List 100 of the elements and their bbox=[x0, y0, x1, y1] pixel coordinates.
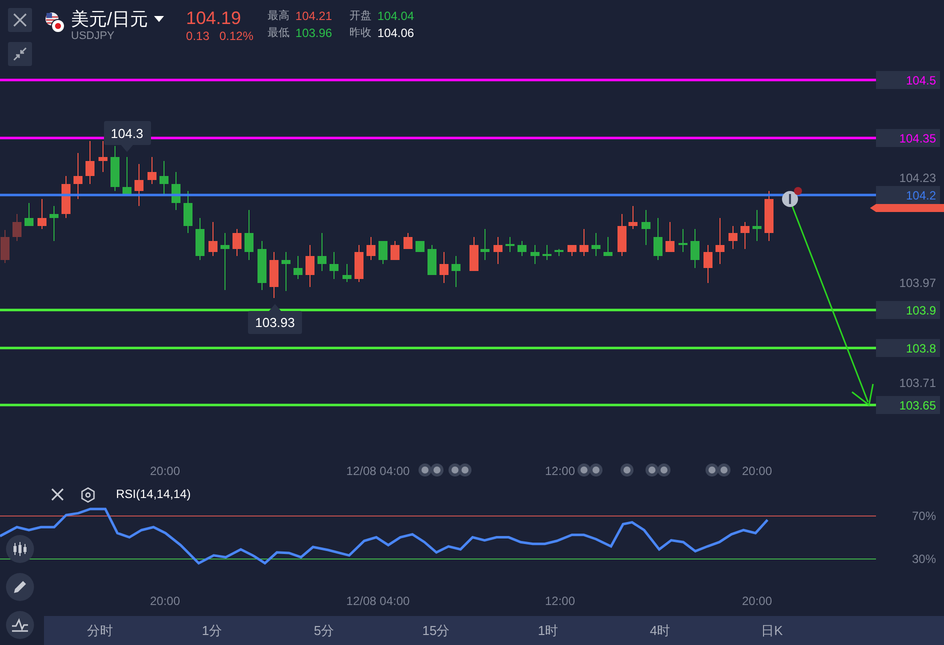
candle bbox=[404, 232, 412, 250]
timeframe-tab[interactable]: 分时 bbox=[44, 616, 156, 645]
candle bbox=[542, 244, 552, 260]
candle bbox=[50, 206, 58, 242]
candle bbox=[618, 214, 626, 256]
current-price: 104.19 bbox=[186, 8, 242, 28]
close-button[interactable] bbox=[8, 8, 32, 32]
stat-value: 104.06 bbox=[377, 26, 414, 40]
currency-pair-title[interactable]: 美元/日元 bbox=[71, 8, 148, 30]
event-marker[interactable] bbox=[458, 464, 472, 476]
caret-icon[interactable] bbox=[154, 16, 164, 22]
axis-tick-label: 103.71 bbox=[899, 376, 936, 390]
price-level-line[interactable] bbox=[0, 136, 876, 140]
price-change: 0.13 bbox=[186, 29, 210, 43]
candle bbox=[580, 228, 588, 256]
candle bbox=[86, 140, 94, 184]
price-level-tag: 103.65 bbox=[876, 396, 940, 414]
candle bbox=[416, 240, 424, 252]
close-icon[interactable] bbox=[51, 488, 64, 501]
candle bbox=[184, 190, 192, 234]
candle bbox=[220, 232, 230, 290]
high-price-callout: 104.3 bbox=[104, 121, 151, 152]
pencil-icon bbox=[12, 579, 28, 595]
time-axis-label: 12/08 04:00 bbox=[346, 594, 410, 608]
timeframe-tab[interactable]: 日K bbox=[716, 616, 828, 645]
low-price-callout: 103.93 bbox=[248, 304, 302, 334]
time-axis-label: 12:00 bbox=[544, 464, 576, 478]
candle bbox=[752, 210, 762, 242]
event-marker[interactable] bbox=[578, 464, 590, 476]
candle bbox=[148, 156, 156, 184]
candle bbox=[282, 252, 290, 292]
timeframe-tab[interactable]: 4时 bbox=[604, 616, 716, 645]
candle bbox=[306, 244, 314, 288]
symbol-code: USDJPY bbox=[71, 30, 116, 42]
candle bbox=[270, 252, 278, 298]
draw-button[interactable] bbox=[6, 573, 34, 601]
candle bbox=[74, 152, 82, 200]
candle bbox=[666, 222, 674, 252]
candle bbox=[716, 218, 724, 264]
timeframe-tab[interactable]: 1分 bbox=[156, 616, 268, 645]
rsi-title: RSI(14,14,14) bbox=[116, 487, 191, 501]
stat-label: 最高 bbox=[267, 9, 290, 23]
stat-value: 103.96 bbox=[295, 26, 332, 40]
candle bbox=[38, 198, 46, 230]
event-marker[interactable] bbox=[706, 464, 718, 476]
price-level-tag: 104.5 bbox=[876, 71, 940, 89]
indicator-button[interactable] bbox=[6, 611, 34, 639]
time-axis-label: 20:00 bbox=[150, 594, 180, 608]
collapse-button[interactable] bbox=[8, 42, 32, 66]
candle bbox=[342, 264, 352, 282]
stat-label: 开盘 bbox=[349, 9, 372, 23]
candle bbox=[378, 240, 388, 264]
timeframe-tab[interactable]: 1时 bbox=[492, 616, 604, 645]
event-marker[interactable] bbox=[448, 464, 462, 476]
candle bbox=[740, 222, 750, 250]
event-marker[interactable] bbox=[646, 464, 658, 476]
axis-tick-label: 103.97 bbox=[899, 276, 936, 290]
alert-dot bbox=[794, 187, 802, 195]
candle bbox=[12, 214, 22, 242]
close-icon bbox=[13, 13, 27, 27]
event-marker[interactable] bbox=[658, 464, 670, 476]
indicator-icon bbox=[11, 617, 29, 633]
candle bbox=[208, 222, 218, 256]
timeframe-tab[interactable]: 15分 bbox=[380, 616, 492, 645]
price-level-line[interactable] bbox=[0, 78, 876, 82]
time-axis-label: 12:00 bbox=[544, 594, 576, 608]
timeframe-tab[interactable]: 5分 bbox=[268, 616, 380, 645]
candle bbox=[122, 156, 132, 194]
candle bbox=[440, 252, 448, 284]
event-marker[interactable] bbox=[430, 464, 444, 476]
candle bbox=[294, 256, 302, 280]
candle bbox=[518, 240, 526, 256]
price-change-percent: 0.12% bbox=[219, 29, 254, 43]
stat-label: 最低 bbox=[267, 26, 290, 40]
candle bbox=[160, 160, 168, 194]
price-level-tag: 103.8 bbox=[876, 339, 940, 357]
candle bbox=[330, 252, 338, 280]
candle bbox=[452, 256, 460, 288]
candle bbox=[428, 244, 436, 276]
candle bbox=[470, 236, 478, 271]
candle bbox=[244, 210, 254, 260]
info-icon[interactable] bbox=[782, 191, 798, 207]
candle bbox=[690, 228, 700, 268]
rsi-lower-label: 30% bbox=[912, 552, 936, 566]
candle bbox=[98, 140, 108, 172]
time-axis-label: 20:00 bbox=[742, 464, 772, 478]
event-marker[interactable] bbox=[620, 464, 634, 476]
candle bbox=[258, 240, 266, 290]
rsi-upper-label: 70% bbox=[912, 509, 936, 523]
candle bbox=[0, 230, 10, 264]
time-axis-label: 12/08 04:00 bbox=[346, 464, 410, 478]
time-axis-label: 20:00 bbox=[742, 594, 772, 608]
candle bbox=[366, 236, 376, 260]
event-marker[interactable] bbox=[718, 464, 730, 476]
event-marker[interactable] bbox=[590, 464, 602, 476]
candle bbox=[728, 226, 738, 250]
event-marker[interactable] bbox=[418, 464, 432, 476]
candlestick-button[interactable] bbox=[6, 535, 34, 563]
axis-tick-label: 104.23 bbox=[899, 171, 936, 185]
price-level-tag: 103.9 bbox=[876, 301, 940, 319]
